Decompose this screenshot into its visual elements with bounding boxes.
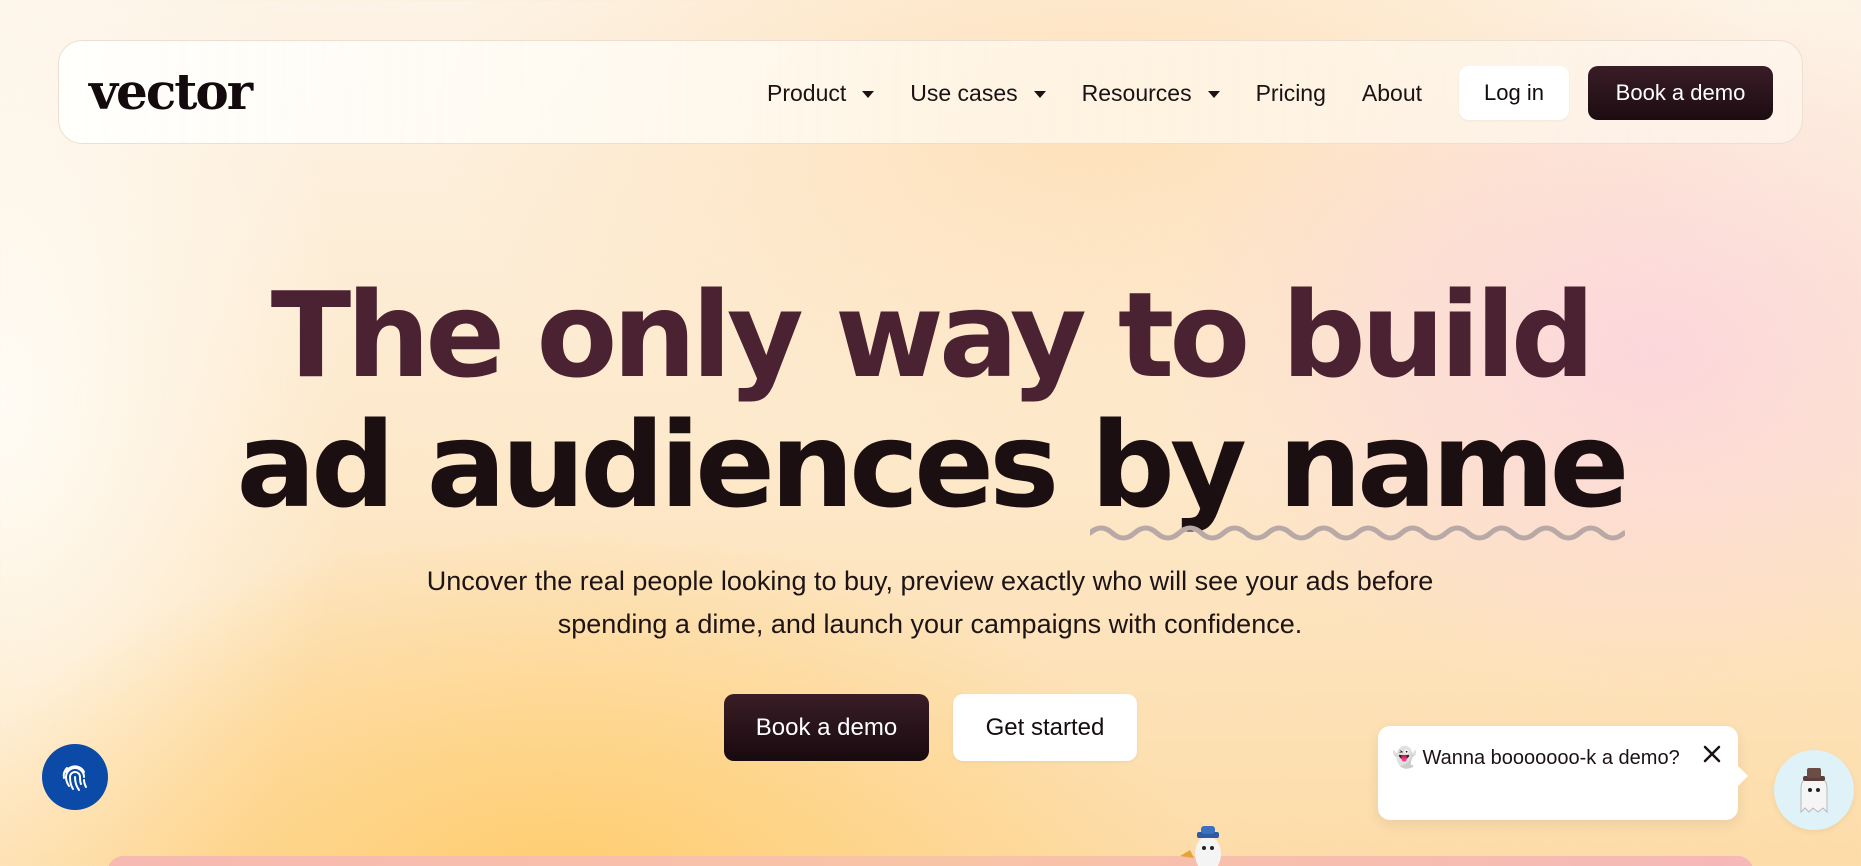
get-started-button[interactable]: Get started [953, 694, 1137, 761]
caret-down-icon [1207, 90, 1220, 98]
nav-links: Product Use cases Resources Pricing Abou… [731, 41, 1422, 145]
nav-item-resources[interactable]: Resources [1082, 80, 1220, 107]
hero-headline-highlight: by name [1090, 396, 1629, 534]
nav-item-about[interactable]: About [1362, 80, 1422, 107]
ghost-mascot-icon [1180, 826, 1221, 866]
nav-item-use-cases[interactable]: Use cases [910, 79, 1046, 107]
book-demo-hero-button[interactable]: Book a demo [724, 694, 929, 761]
top-navigation-bar: vector Product Use cases Resources Prici… [58, 40, 1803, 144]
hero-headline: The only way to build ad audiences by na… [0, 266, 1861, 541]
nav-item-pricing[interactable]: Pricing [1256, 80, 1326, 107]
nav-item-label: Product [767, 79, 847, 106]
chat-prompt-bubble[interactable]: 👻 Wanna booooooo-k a demo? [1378, 726, 1748, 820]
privacy-settings-button[interactable] [42, 744, 108, 810]
nav-item-label: Resources [1081, 79, 1192, 106]
nav-item-label: Use cases [910, 79, 1018, 106]
caret-down-icon [1033, 90, 1046, 98]
book-demo-nav-button[interactable]: Book a demo [1588, 66, 1773, 120]
ghost-emoji-icon: 👻 [1392, 747, 1417, 769]
chat-prompt-text: Wanna booooooo-k a demo? [1422, 747, 1680, 769]
nav-item-label: Pricing [1255, 79, 1326, 106]
product-preview-card-top [108, 856, 1753, 866]
hero-subtitle-line1: Uncover the real people looking to buy, … [426, 566, 1434, 596]
hero-headline-line1: The only way to build [270, 266, 1596, 404]
caret-down-icon [862, 90, 875, 98]
login-button[interactable]: Log in [1459, 66, 1569, 120]
hero-headline-prefix: ad audiences [236, 396, 1091, 534]
hero-headline-line2: ad audiences by name [0, 400, 1861, 541]
squiggle-underline-icon [1090, 525, 1625, 541]
hero-headline-highlight-wrap: by name [1090, 400, 1630, 541]
nav-item-label: About [1361, 79, 1422, 106]
hero-subtitle-line2: spending a dime, and launch your campaig… [557, 609, 1303, 639]
chat-launcher-button[interactable] [1774, 750, 1854, 830]
vector-logo[interactable]: vector [89, 67, 253, 117]
ghost-mascot-icon [1800, 768, 1828, 814]
hero-subtitle: Uncover the real people looking to buy, … [380, 560, 1480, 646]
nav-item-product[interactable]: Product [767, 79, 875, 107]
close-icon[interactable] [1700, 742, 1724, 766]
fingerprint-icon [62, 765, 87, 791]
